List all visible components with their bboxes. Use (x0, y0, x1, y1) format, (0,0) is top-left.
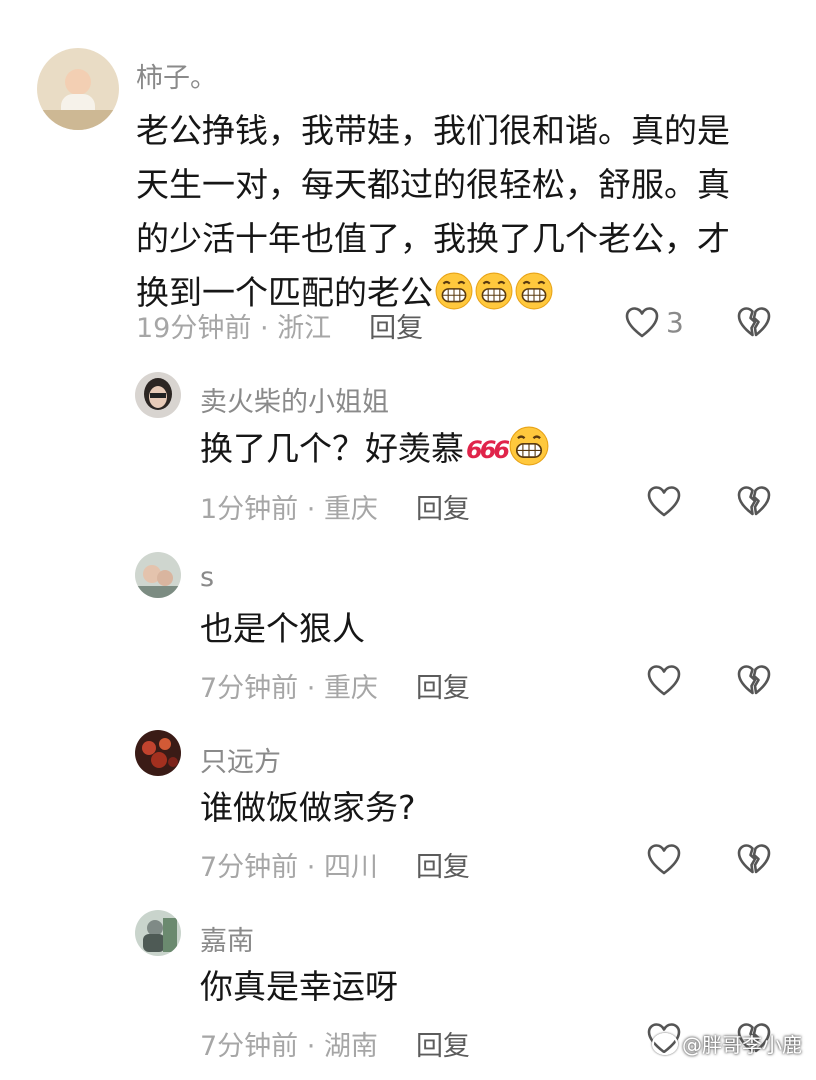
dislike-broken-heart-icon[interactable] (734, 482, 774, 522)
avatar[interactable] (135, 910, 181, 956)
comment-time: 1分钟前 (200, 494, 299, 525)
meta-separator: · (298, 494, 324, 525)
like-heart-icon[interactable] (644, 661, 684, 701)
comment-location: 湖南 (323, 1031, 378, 1062)
meta-separator: · (251, 313, 278, 344)
like-heart-icon[interactable] (644, 482, 684, 522)
comment-line: 老公挣钱，我带娃，我们很和谐。真的是 (136, 111, 730, 150)
avatar[interactable] (135, 552, 181, 598)
dislike-broken-heart-icon[interactable] (734, 840, 774, 880)
meta-separator: · (298, 1031, 324, 1062)
comment-location: 重庆 (323, 494, 378, 525)
username[interactable]: 嘉南 (200, 919, 254, 958)
weibo-logo-icon (652, 1033, 678, 1055)
grin-emoji (474, 271, 514, 326)
reply-button[interactable]: 回复 (416, 673, 470, 704)
reply-button[interactable]: 回复 (416, 494, 470, 525)
emoji-666-badge: 666 (466, 436, 510, 464)
reply-button[interactable]: 回复 (416, 1031, 470, 1062)
comment-meta: 7分钟前 · 重庆 回复 (200, 666, 470, 705)
comment-location: 重庆 (323, 673, 378, 704)
avatar[interactable] (135, 730, 181, 776)
comment-text: 也是个狠人 (200, 609, 365, 648)
comment-time: 7分钟前 (200, 852, 299, 883)
comment-meta: 1分钟前 · 重庆 回复 (200, 487, 470, 526)
username[interactable]: 卖火柴的小姐姐 (200, 380, 389, 419)
reply-button[interactable]: 回复 (369, 313, 423, 344)
comment-meta: 7分钟前 · 四川 回复 (200, 845, 470, 884)
username[interactable]: 只远方 (200, 740, 281, 779)
comment-time: 7分钟前 (200, 1031, 299, 1062)
username[interactable]: 柿子。 (136, 56, 217, 95)
dislike-broken-heart-icon[interactable] (734, 303, 774, 343)
avatar[interactable] (37, 48, 119, 130)
watermark-text: @胖哥李小鹿 (682, 1033, 802, 1057)
grin-emoji (514, 271, 554, 326)
watermark: @胖哥李小鹿 (652, 1029, 802, 1058)
dislike-broken-heart-icon[interactable] (734, 661, 774, 701)
comment-meta: 19分钟前 · 浙江 回复 (136, 306, 423, 345)
comment-meta: 7分钟前 · 湖南 回复 (200, 1024, 470, 1063)
comment-time: 19分钟前 (136, 313, 252, 344)
comment-line: 的少活十年也值了，我换了几个老公，才 (136, 219, 730, 258)
comment-text: 换了几个？好羡慕666 (200, 426, 550, 478)
comment-text: 你真是幸运呀 (200, 967, 398, 1006)
grin-emoji (509, 426, 550, 478)
comment-text: 老公挣钱，我带娃，我们很和谐。真的是 天生一对，每天都过的很轻松，舒服。真 的少… (136, 104, 730, 326)
like-count: 3 (666, 306, 684, 339)
meta-separator: · (298, 673, 324, 704)
avatar[interactable] (135, 372, 181, 418)
comment-time: 7分钟前 (200, 673, 299, 704)
like-heart-icon[interactable] (622, 303, 662, 343)
username[interactable]: s (200, 562, 214, 593)
like-heart-icon[interactable] (644, 840, 684, 880)
comment-text: 谁做饭做家务? (200, 788, 416, 827)
reply-button[interactable]: 回复 (416, 852, 470, 883)
comment-location: 四川 (323, 852, 378, 883)
meta-separator: · (298, 852, 324, 883)
comment-text-content: 换了几个？好羡慕 (200, 429, 464, 468)
comment-line: 天生一对，每天都过的很轻松，舒服。真 (136, 165, 730, 204)
grin-emoji (434, 271, 474, 326)
comment-location: 浙江 (277, 313, 332, 344)
